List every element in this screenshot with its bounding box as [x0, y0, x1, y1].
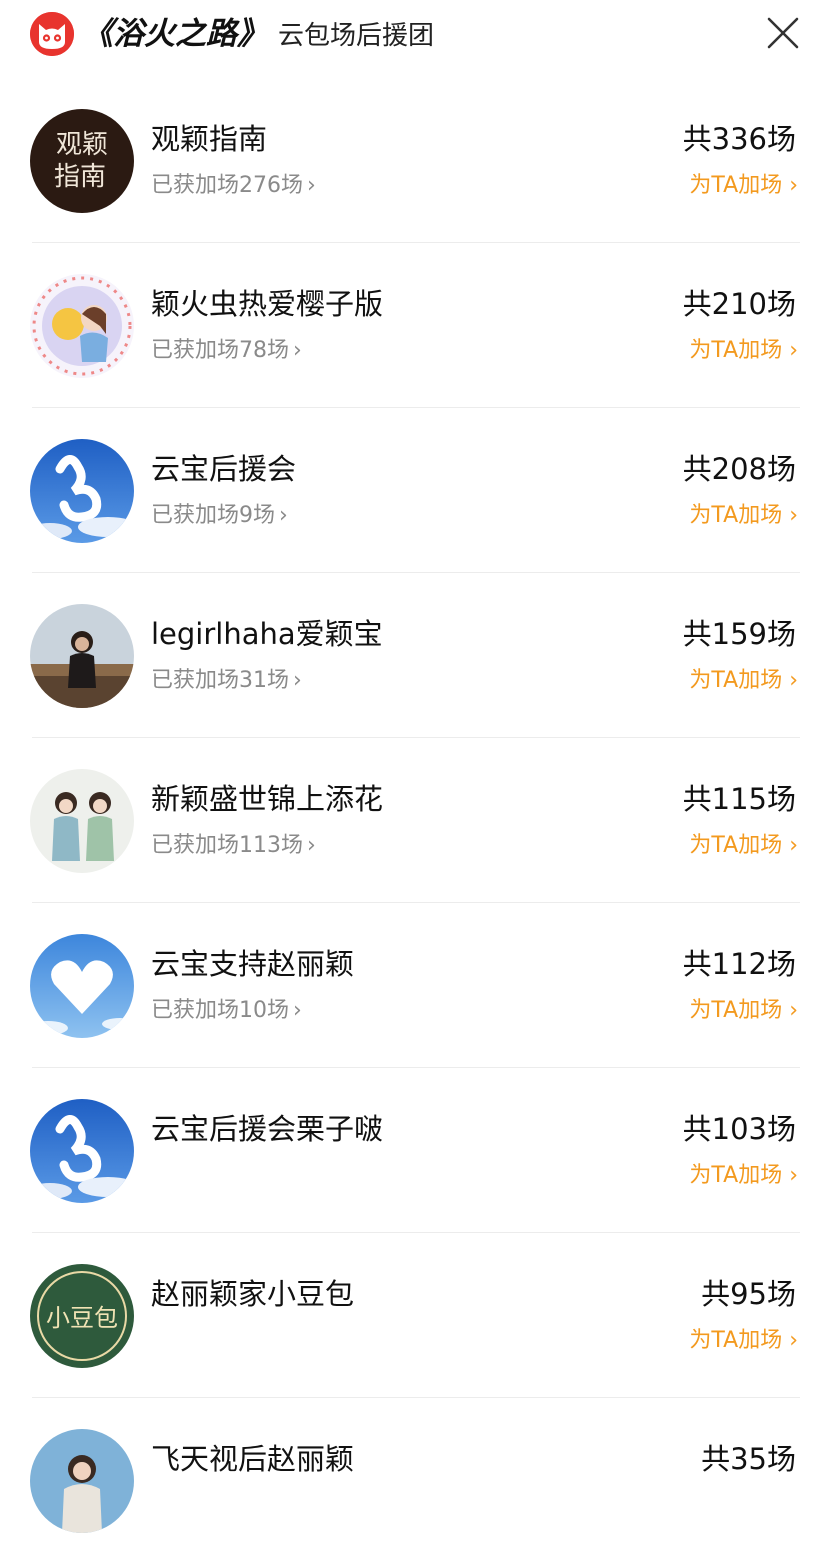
group-name: 云宝支持赵丽颖	[151, 947, 355, 981]
group-name: 赵丽颖家小豆包	[151, 1277, 355, 1311]
bonus-count-link[interactable]: 已获加场31场 ›	[151, 665, 302, 697]
close-icon[interactable]	[764, 14, 802, 52]
list-item[interactable]: 云宝后援会栗子啵 共103场 为TA加场 ›	[0, 1068, 828, 1233]
svg-text:指南: 指南	[54, 162, 106, 192]
total-count: 共159场	[682, 617, 796, 651]
group-name: 颖火虫热爱樱子版	[151, 287, 384, 321]
cat-logo-icon	[30, 12, 74, 56]
boost-button[interactable]: 为TA加场 ›	[689, 995, 798, 1027]
bonus-count-link[interactable]: 已获加场9场 ›	[151, 500, 288, 532]
bonus-count-link[interactable]: 已获加场113场 ›	[151, 830, 316, 862]
svg-text:观颖: 观颖	[56, 130, 108, 160]
list-item[interactable]: 新颖盛世锦上添花 已获加场113场 › 共115场 为TA加场 ›	[0, 738, 828, 903]
total-count: 共112场	[682, 947, 796, 981]
avatar	[30, 769, 134, 873]
boost-button[interactable]: 为TA加场 ›	[689, 665, 798, 697]
avatar: 观颖 指南	[30, 109, 134, 213]
boost-button[interactable]: 为TA加场 ›	[689, 830, 798, 862]
page-subtitle: 云包场后援团	[278, 21, 435, 51]
group-name: 新颖盛世锦上添花	[151, 782, 384, 816]
list-item[interactable]: 观颖 指南 观颖指南 已获加场276场 › 共336场 为TA加场 ›	[0, 78, 828, 243]
avatar: 小豆包	[30, 1264, 134, 1368]
bonus-count-link[interactable]: 已获加场276场 ›	[151, 170, 316, 202]
boost-button[interactable]: 为TA加场 ›	[689, 335, 798, 367]
list-item[interactable]: 云宝后援会 已获加场9场 › 共208场 为TA加场 ›	[0, 408, 828, 573]
avatar	[30, 934, 134, 1038]
total-count: 共336场	[682, 122, 796, 156]
group-name: 飞天视后赵丽颖	[151, 1442, 355, 1476]
avatar	[30, 1099, 134, 1203]
boost-button[interactable]: 为TA加场 ›	[689, 500, 798, 532]
total-count: 共95场	[701, 1277, 796, 1311]
avatar	[30, 604, 134, 708]
list-item[interactable]: 小豆包 赵丽颖家小豆包 共95场 为TA加场 ›	[0, 1233, 828, 1398]
avatar	[30, 274, 134, 378]
group-name: 观颖指南	[151, 122, 268, 156]
group-name: 云宝后援会栗子啵	[151, 1112, 384, 1146]
total-count: 共115场	[682, 782, 796, 816]
list-item[interactable]: 飞天视后赵丽颖 共35场	[0, 1398, 828, 1563]
avatar	[30, 1429, 134, 1533]
header-bar: 《浴火之路》 云包场后援团	[0, 0, 828, 70]
boost-button[interactable]: 为TA加场 ›	[689, 170, 798, 202]
bonus-count-link[interactable]: 已获加场78场 ›	[151, 335, 302, 367]
group-name: 云宝后援会	[151, 452, 297, 486]
list-item[interactable]: 云宝支持赵丽颖 已获加场10场 › 共112场 为TA加场 ›	[0, 903, 828, 1068]
total-count: 共210场	[682, 287, 796, 321]
boost-button[interactable]: 为TA加场 ›	[689, 1325, 798, 1357]
group-name: legirlhaha爱颖宝	[151, 617, 383, 651]
svg-text:小豆包: 小豆包	[46, 1304, 118, 1332]
total-count: 共208场	[682, 452, 796, 486]
list-item[interactable]: 颖火虫热爱樱子版 已获加场78场 › 共210场 为TA加场 ›	[0, 243, 828, 408]
bonus-count-link[interactable]: 已获加场10场 ›	[151, 995, 302, 1027]
total-count: 共103场	[682, 1112, 796, 1146]
page-title: 《浴火之路》	[82, 16, 268, 52]
total-count: 共35场	[701, 1442, 796, 1476]
list-item[interactable]: legirlhaha爱颖宝 已获加场31场 › 共159场 为TA加场 ›	[0, 573, 828, 738]
boost-button[interactable]: 为TA加场 ›	[689, 1160, 798, 1192]
avatar	[30, 439, 134, 543]
